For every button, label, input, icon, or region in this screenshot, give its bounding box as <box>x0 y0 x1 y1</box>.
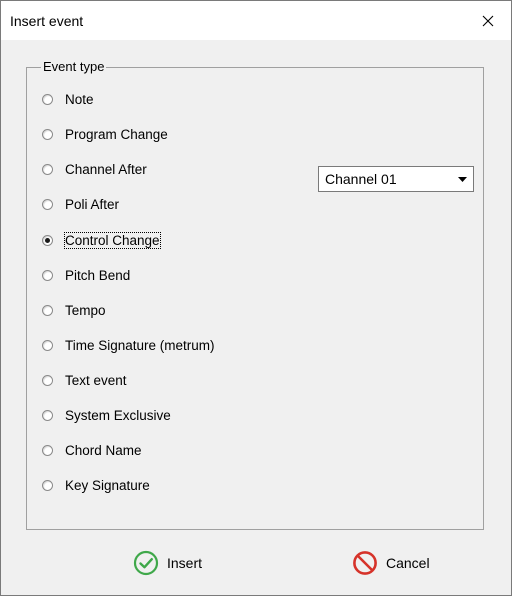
radio-label: Time Signature (metrum) <box>65 337 215 353</box>
radio-control-change[interactable]: Control Change <box>42 229 161 251</box>
close-button[interactable] <box>465 1 511 40</box>
radio-label: Channel After <box>65 161 147 177</box>
radio-text-event[interactable]: Text event <box>42 369 127 391</box>
radio-label: Note <box>65 91 94 107</box>
no-entry-icon <box>353 551 377 575</box>
check-circle-icon <box>133 550 159 576</box>
close-icon <box>482 15 494 26</box>
title-bar: Insert event <box>1 1 511 40</box>
insert-button-label: Insert <box>167 555 203 571</box>
radio-label: Program Change <box>65 126 168 142</box>
radio-button[interactable] <box>42 409 53 421</box>
event-type-group: Event type Note Program Change Channel A… <box>26 59 484 530</box>
radio-tempo[interactable]: Tempo <box>42 299 106 321</box>
radio-poli-after[interactable]: Poli After <box>42 193 119 215</box>
dialog-title: Insert event <box>10 13 84 29</box>
insert-event-dialog: Insert event Event type Note Program Cha… <box>0 0 512 596</box>
dialog-body: Event type Note Program Change Channel A… <box>1 40 511 595</box>
radio-pitch-bend[interactable]: Pitch Bend <box>42 264 130 286</box>
radio-system-exclusive[interactable]: System Exclusive <box>42 404 171 426</box>
radio-label: Chord Name <box>65 442 142 458</box>
radio-button[interactable] <box>42 163 53 175</box>
radio-button[interactable] <box>42 198 53 210</box>
radio-label: Pitch Bend <box>65 267 131 283</box>
channel-select-dropdown-button[interactable] <box>451 167 473 191</box>
event-type-legend: Event type <box>41 59 107 74</box>
radio-chord-name[interactable]: Chord Name <box>42 439 142 461</box>
channel-select-value: Channel 01 <box>325 171 397 187</box>
radio-time-signature[interactable]: Time Signature (metrum) <box>42 334 215 356</box>
radio-label: Control Change <box>64 231 161 249</box>
radio-button[interactable] <box>42 304 53 316</box>
radio-note[interactable]: Note <box>42 88 94 110</box>
cancel-button[interactable]: Cancel <box>352 546 430 580</box>
radio-button[interactable] <box>42 444 53 456</box>
radio-button[interactable] <box>42 269 53 281</box>
radio-button[interactable] <box>42 339 53 351</box>
radio-button[interactable] <box>42 479 53 491</box>
radio-button-selected[interactable] <box>42 234 53 246</box>
radio-channel-after[interactable]: Channel After <box>42 158 147 180</box>
radio-program-change[interactable]: Program Change <box>42 123 168 145</box>
radio-label: System Exclusive <box>65 407 171 423</box>
radio-label: Key Signature <box>65 477 150 493</box>
cancel-button-label: Cancel <box>386 555 430 571</box>
radio-button[interactable] <box>42 128 53 140</box>
channel-select[interactable]: Channel 01 <box>318 166 474 192</box>
radio-button[interactable] <box>42 374 53 386</box>
radio-button[interactable] <box>42 93 53 105</box>
chevron-down-icon <box>457 176 467 182</box>
radio-label: Tempo <box>65 302 106 318</box>
insert-button[interactable]: Insert <box>133 546 202 580</box>
radio-label: Text event <box>65 372 127 388</box>
radio-key-signature[interactable]: Key Signature <box>42 474 150 496</box>
radio-label: Poli After <box>65 196 120 212</box>
